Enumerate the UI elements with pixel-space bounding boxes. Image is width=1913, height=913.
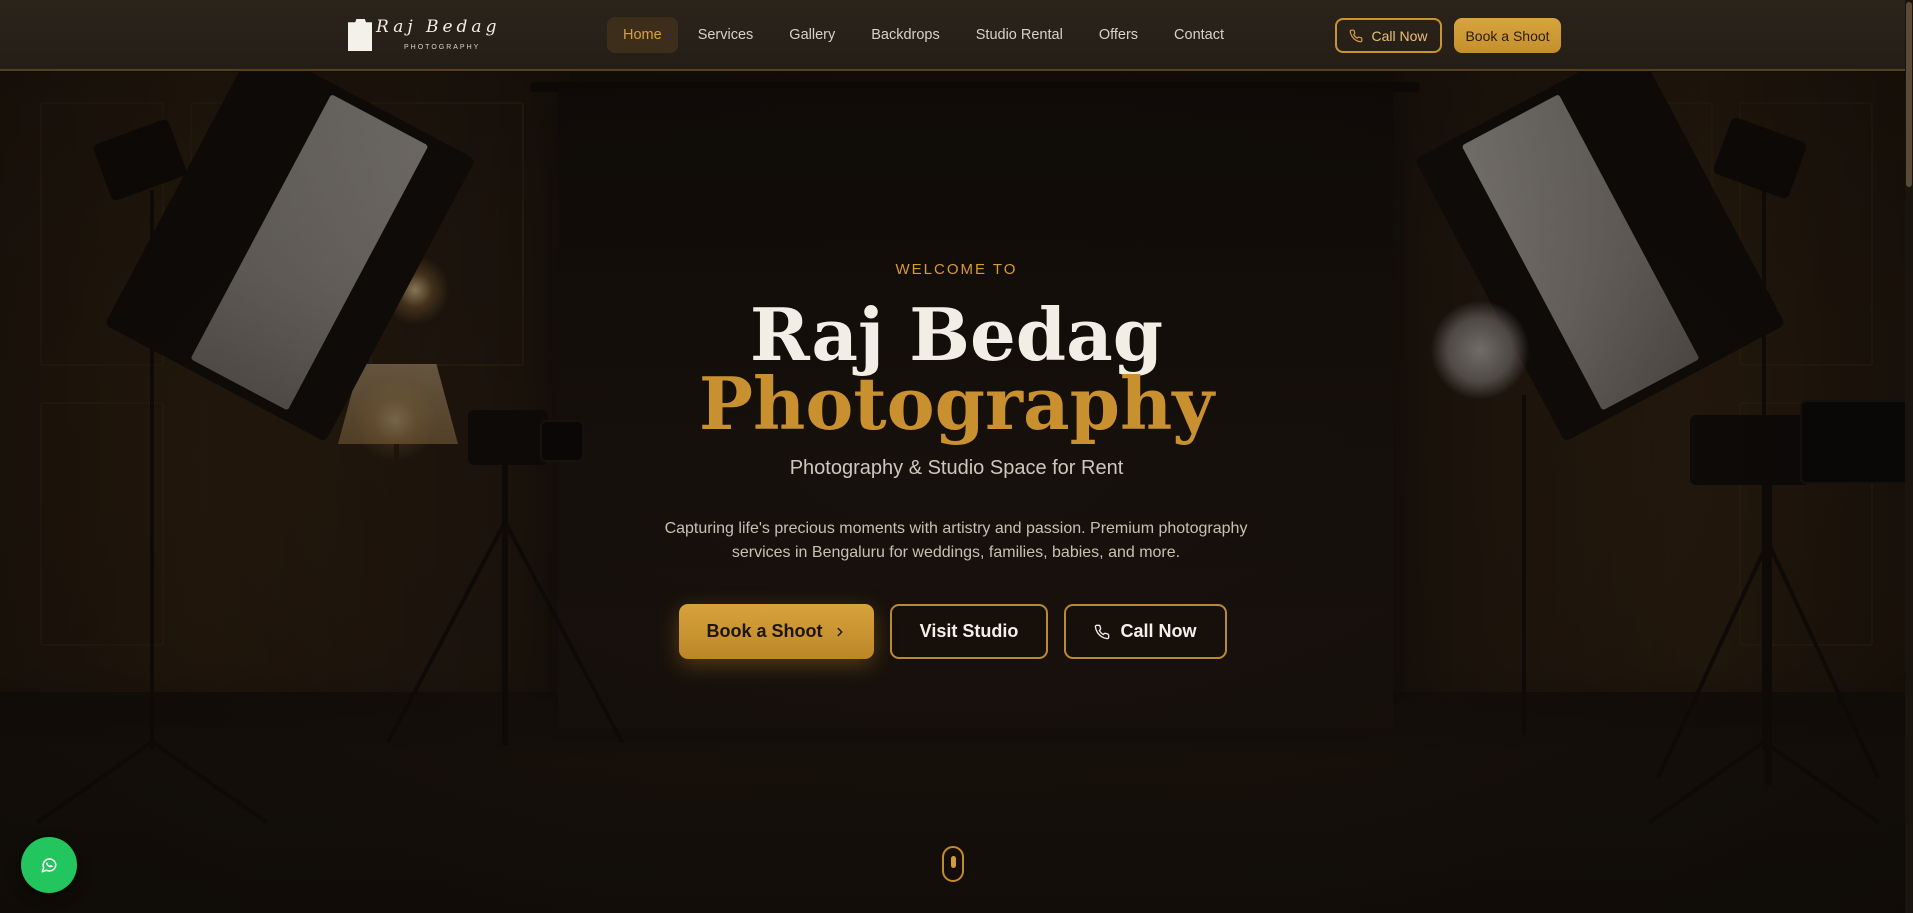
nav-studio-rental[interactable]: Studio Rental — [960, 17, 1079, 53]
page-scrollbar[interactable] — [1905, 0, 1913, 913]
whatsapp-icon — [40, 856, 58, 874]
hero-subtitle: Photography & Studio Space for Rent — [789, 457, 1124, 479]
main-nav: Home Services Gallery Backdrops Studio R… — [607, 17, 1240, 53]
hero-title-line2: Photography — [698, 361, 1215, 446]
book-shoot-label: Book a Shoot — [706, 621, 823, 641]
scrollbar-thumb[interactable] — [1906, 2, 1912, 187]
scroll-mouse-icon[interactable] — [942, 846, 964, 882]
visit-studio-label: Visit Studio — [919, 621, 1019, 641]
nav-home[interactable]: Home — [607, 17, 678, 53]
header-call-label: Call Now — [1371, 27, 1428, 44]
scroll-indicator-dot — [951, 856, 956, 868]
header-book-button[interactable]: Book a Shoot — [1454, 18, 1561, 53]
phone-icon — [1094, 624, 1110, 640]
brand-logo[interactable]: Raj Bedag PHOTOGRAPHY — [348, 17, 498, 55]
nav-contact[interactable]: Contact — [1158, 17, 1240, 53]
hero-description: Capturing life's precious moments with a… — [664, 520, 1248, 561]
site-header: Raj Bedag PHOTOGRAPHY Home Services Gall… — [0, 0, 1913, 71]
header-call-button[interactable]: Call Now — [1335, 18, 1442, 53]
hero-call-label: Call Now — [1120, 621, 1197, 641]
logo-subtitle: PHOTOGRAPHY — [404, 44, 481, 51]
hero-eyebrow: WELCOME TO — [895, 261, 1018, 278]
whatsapp-button[interactable] — [21, 837, 77, 893]
chevron-right-icon — [833, 625, 847, 639]
nav-offers[interactable]: Offers — [1083, 17, 1154, 53]
nav-gallery[interactable]: Gallery — [773, 17, 851, 53]
hero-call-button[interactable]: Call Now — [1064, 604, 1227, 659]
hero-section: WELCOME TO Raj Bedag Photography Photogr… — [0, 0, 1913, 913]
logo-script-text: Raj Bedag — [376, 17, 501, 37]
phone-icon — [1349, 29, 1363, 43]
book-shoot-button[interactable]: Book a Shoot — [679, 604, 874, 659]
camera-logo-icon — [348, 19, 372, 51]
nav-backdrops[interactable]: Backdrops — [855, 17, 956, 53]
nav-services[interactable]: Services — [682, 17, 770, 53]
visit-studio-button[interactable]: Visit Studio — [890, 604, 1048, 659]
